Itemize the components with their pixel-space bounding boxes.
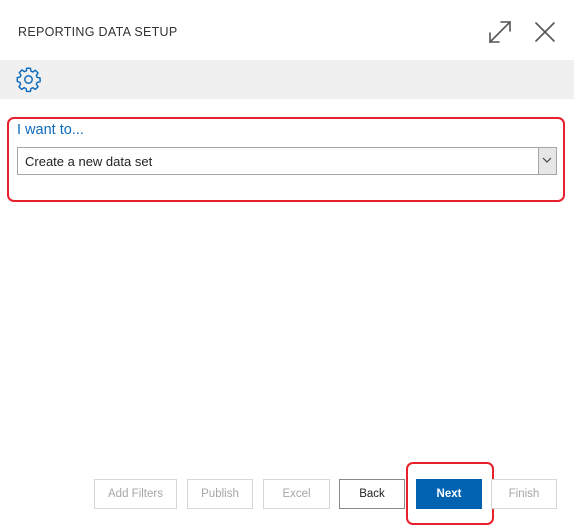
finish-button[interactable]: Finish xyxy=(491,479,557,509)
toolbar xyxy=(0,60,574,99)
data-set-action-select[interactable]: Create a new data set xyxy=(17,147,557,175)
chevron-down-icon[interactable] xyxy=(538,148,556,174)
expand-icon[interactable] xyxy=(486,18,514,46)
dialog-title: REPORTING DATA SETUP xyxy=(18,25,178,39)
publish-button[interactable]: Publish xyxy=(187,479,253,509)
excel-button[interactable]: Excel xyxy=(263,479,330,509)
back-button[interactable]: Back xyxy=(339,479,405,509)
i-want-to-label: I want to... xyxy=(17,122,84,138)
add-filters-button[interactable]: Add Filters xyxy=(94,479,177,509)
gear-icon[interactable] xyxy=(15,66,42,93)
close-icon[interactable] xyxy=(531,18,559,46)
select-value: Create a new data set xyxy=(25,154,153,169)
next-button[interactable]: Next xyxy=(416,479,482,509)
dialog-header: REPORTING DATA SETUP xyxy=(0,0,574,60)
